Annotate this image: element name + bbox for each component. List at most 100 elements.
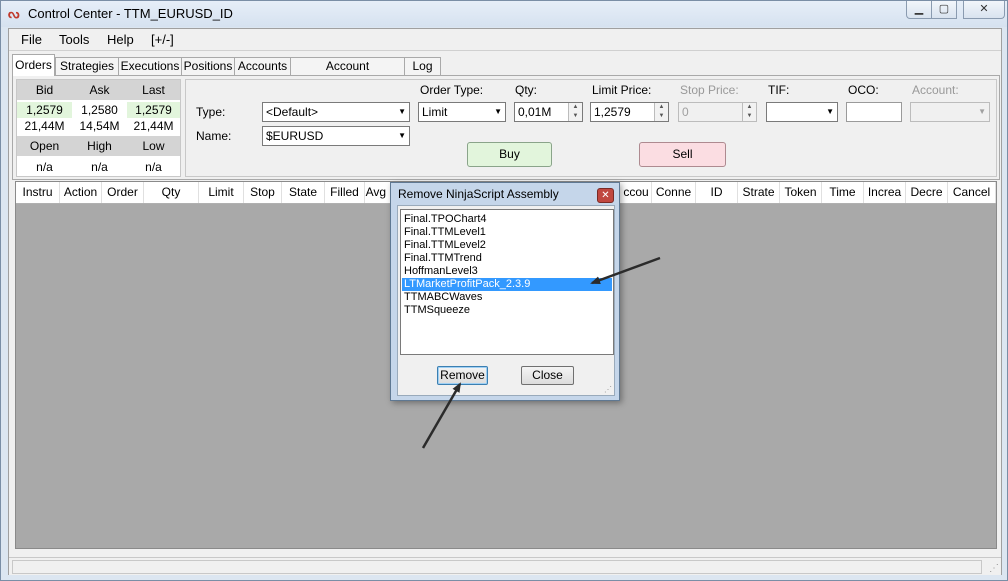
tab-log[interactable]: Log: [404, 57, 441, 76]
stop-price-stepper[interactable]: 0 ▲ ▼: [678, 102, 757, 122]
col-time[interactable]: Time: [822, 182, 864, 203]
col-increase[interactable]: Increa: [864, 182, 906, 203]
quote-box: Bid Ask Last 1,2579 1,2580 1,2579 21,44M…: [16, 79, 181, 177]
ninjatrader-logo-icon: ᔓ: [8, 6, 20, 21]
ask-size: 14,54M: [79, 119, 120, 133]
col-state[interactable]: State: [282, 182, 325, 203]
bid-header: Bid: [17, 80, 72, 100]
resize-grip-icon[interactable]: ⋰: [989, 563, 999, 574]
name-dropdown[interactable]: $EURUSD ▼: [262, 126, 410, 146]
dialog-title: Remove NinjaScript Assembly: [398, 187, 559, 201]
limit-price-value: 1,2579: [594, 105, 631, 119]
chevron-down-icon: ▼: [398, 131, 406, 140]
list-item[interactable]: TTMABCWaves: [402, 291, 612, 304]
tab-strip: Orders Strategies Executions Positions A…: [12, 54, 1000, 90]
up-arrow-icon[interactable]: ▲: [743, 103, 756, 112]
up-arrow-icon[interactable]: ▲: [655, 103, 668, 112]
col-cancel[interactable]: Cancel: [948, 182, 996, 203]
open-header: Open: [17, 136, 72, 156]
col-token[interactable]: Token: [780, 182, 822, 203]
resize-grip-icon[interactable]: ⋰: [604, 385, 612, 394]
high-header: High: [72, 136, 127, 156]
spin-buttons[interactable]: ▲ ▼: [742, 103, 756, 121]
qty-stepper[interactable]: 0,01M ▲ ▼: [514, 102, 583, 122]
col-connection[interactable]: Conne: [652, 182, 696, 203]
menu-tools[interactable]: Tools: [59, 32, 89, 47]
oco-input[interactable]: [846, 102, 902, 122]
low-value: n/a: [145, 160, 162, 174]
col-decrease[interactable]: Decre: [906, 182, 948, 203]
col-action[interactable]: Action: [60, 182, 102, 203]
high-value: n/a: [91, 160, 108, 174]
col-order[interactable]: Order: [102, 182, 144, 203]
tif-dropdown[interactable]: ▼: [766, 102, 838, 122]
remove-button[interactable]: Remove: [437, 366, 488, 385]
down-arrow-icon[interactable]: ▼: [743, 112, 756, 121]
last-size: 21,44M: [133, 119, 174, 133]
remove-assembly-dialog: Remove NinjaScript Assembly ✕ Final.TPOC…: [390, 182, 620, 401]
sell-button[interactable]: Sell: [639, 142, 726, 167]
menu-bar: File Tools Help [+/-]: [9, 29, 1001, 51]
ask-price: 1,2580: [81, 103, 118, 117]
buy-button[interactable]: Buy: [467, 142, 552, 167]
menu-expand-collapse[interactable]: [+/-]: [151, 32, 174, 47]
spin-buttons[interactable]: ▲ ▼: [654, 103, 668, 121]
ask-header: Ask: [72, 80, 127, 100]
spin-buttons[interactable]: ▲ ▼: [568, 103, 582, 121]
chevron-down-icon: ▼: [978, 107, 986, 116]
col-stop[interactable]: Stop: [244, 182, 282, 203]
assembly-list[interactable]: Final.TPOChart4 Final.TTMLevel1 Final.TT…: [400, 209, 614, 355]
list-item[interactable]: Final.TTMLevel1: [402, 226, 612, 239]
order-type-value: Limit: [422, 105, 448, 119]
low-header: Low: [127, 136, 180, 156]
order-type-label: Order Type:: [420, 83, 484, 97]
menu-file[interactable]: File: [21, 32, 42, 47]
list-item[interactable]: Final.TTMTrend: [402, 252, 612, 265]
title-bar[interactable]: ᔓ Control Center - TTM_EURUSD_ID ▁ ▢ ✕: [1, 1, 1007, 27]
bid-size: 21,44M: [24, 119, 65, 133]
list-item[interactable]: Final.TPOChart4: [402, 213, 612, 226]
col-strategy[interactable]: Strate: [738, 182, 780, 203]
tab-positions[interactable]: Positions: [181, 57, 235, 76]
list-item-selected[interactable]: LTMarketProfitPack_2.3.9: [402, 278, 612, 291]
stop-price-label: Stop Price:: [680, 83, 739, 97]
close-window-button[interactable]: ✕: [963, 1, 1005, 19]
status-panel: [12, 560, 982, 574]
menu-help[interactable]: Help: [107, 32, 134, 47]
maximize-button[interactable]: ▢: [931, 1, 957, 19]
col-id[interactable]: ID: [696, 182, 738, 203]
oco-label: OCO:: [848, 83, 879, 97]
tab-strategies[interactable]: Strategies: [55, 57, 119, 76]
account-dropdown[interactable]: ▼: [910, 102, 990, 122]
list-item[interactable]: HoffmanLevel3: [402, 265, 612, 278]
close-button[interactable]: Close: [521, 366, 574, 385]
account-label: Account:: [912, 83, 959, 97]
order-type-dropdown[interactable]: Limit ▼: [418, 102, 506, 122]
tab-executions[interactable]: Executions: [118, 57, 182, 76]
list-item[interactable]: TTMSqueeze: [402, 304, 612, 317]
type-value: <Default>: [266, 105, 319, 119]
down-arrow-icon[interactable]: ▼: [569, 112, 582, 121]
type-dropdown[interactable]: <Default> ▼: [262, 102, 410, 122]
window-title: Control Center - TTM_EURUSD_ID: [28, 6, 233, 21]
col-qty[interactable]: Qty: [144, 182, 199, 203]
col-instrument[interactable]: Instru: [16, 182, 60, 203]
tab-accounts[interactable]: Accounts: [234, 57, 291, 76]
col-filled[interactable]: Filled: [325, 182, 365, 203]
list-item[interactable]: Final.TTMLevel2: [402, 239, 612, 252]
name-label: Name:: [196, 129, 232, 143]
tab-orders[interactable]: Orders: [12, 54, 55, 76]
chevron-down-icon: ▼: [494, 107, 502, 116]
up-arrow-icon[interactable]: ▲: [569, 103, 582, 112]
col-limit[interactable]: Limit: [199, 182, 244, 203]
minimize-button[interactable]: ▁: [906, 1, 932, 19]
bid-price: 1,2579: [17, 102, 72, 118]
status-bar: ⋰: [9, 557, 1001, 575]
down-arrow-icon[interactable]: ▼: [655, 112, 668, 121]
limit-price-stepper[interactable]: 1,2579 ▲ ▼: [590, 102, 669, 122]
dialog-close-icon[interactable]: ✕: [597, 188, 614, 203]
tab-account-performance[interactable]: Account Performance: [290, 57, 405, 90]
col-account[interactable]: ccou: [621, 182, 652, 203]
chevron-down-icon: ▼: [826, 107, 834, 116]
open-value: n/a: [36, 160, 53, 174]
